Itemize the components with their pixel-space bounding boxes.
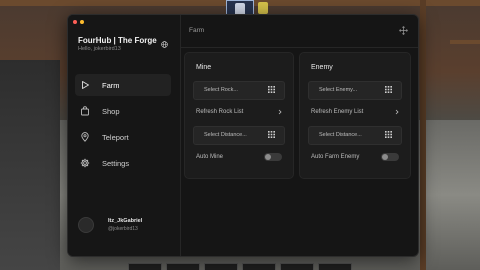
gear-icon bbox=[80, 158, 90, 168]
sidebar-item-shop[interactable]: Shop bbox=[75, 100, 171, 122]
hotbar-slot[interactable] bbox=[204, 263, 238, 270]
auto-farm-enemy-toggle[interactable] bbox=[381, 153, 399, 161]
user-handle: @jokerbird13 bbox=[108, 226, 138, 232]
wood-post bbox=[420, 0, 426, 270]
enemy-card: Enemy Select Enemy... Refresh Enemy List… bbox=[299, 52, 411, 179]
sidebar-item-settings[interactable]: Settings bbox=[75, 152, 171, 174]
toggle-knob bbox=[382, 154, 388, 160]
grid-icon bbox=[385, 86, 392, 93]
fourhub-window: FourHub | The Forge Hello, jokerbird13 F… bbox=[67, 14, 419, 257]
enemy-distance-select[interactable]: Select Distance... bbox=[308, 126, 402, 145]
sidebar-item-label: Shop bbox=[102, 107, 120, 116]
sidebar: FourHub | The Forge Hello, jokerbird13 F… bbox=[68, 15, 181, 256]
move-icon[interactable] bbox=[399, 26, 408, 35]
avatar bbox=[78, 217, 94, 233]
hotbar bbox=[128, 263, 352, 270]
refresh-rock-list-button[interactable]: Refresh Rock List bbox=[196, 109, 243, 115]
grid-icon bbox=[385, 131, 392, 138]
rock-select[interactable]: Select Rock... bbox=[193, 81, 285, 100]
minimize-button[interactable] bbox=[80, 20, 84, 24]
select-placeholder: Select Distance... bbox=[204, 132, 247, 138]
play-icon bbox=[82, 81, 89, 89]
globe-icon[interactable] bbox=[161, 41, 168, 48]
sidebar-item-label: Teleport bbox=[102, 133, 129, 142]
map-pin-icon bbox=[81, 132, 89, 142]
mine-distance-select[interactable]: Select Distance... bbox=[193, 126, 285, 145]
hotbar-slot[interactable] bbox=[280, 263, 314, 270]
card-title: Enemy bbox=[311, 64, 333, 71]
sidebar-item-label: Farm bbox=[102, 81, 120, 90]
header-bar: Farm bbox=[181, 15, 418, 48]
app-title: FourHub | The Forge bbox=[78, 36, 157, 45]
user-name: Itz_JkGabriel bbox=[108, 218, 143, 224]
select-placeholder: Select Distance... bbox=[319, 132, 362, 138]
auto-mine-toggle[interactable] bbox=[264, 153, 282, 161]
sidebar-item-label: Settings bbox=[102, 159, 130, 168]
greeting: Hello, jokerbird13 bbox=[78, 46, 121, 52]
enemy-select[interactable]: Select Enemy... bbox=[308, 81, 402, 100]
grid-icon bbox=[268, 86, 275, 93]
quest-icon[interactable] bbox=[258, 2, 268, 14]
grid-icon bbox=[268, 131, 275, 138]
hotbar-slot[interactable] bbox=[128, 263, 162, 270]
close-button[interactable] bbox=[73, 20, 77, 24]
select-placeholder: Select Rock... bbox=[204, 87, 238, 93]
breadcrumb: Farm bbox=[189, 27, 205, 34]
game-wall bbox=[0, 60, 60, 270]
hotbar-slot[interactable] bbox=[242, 263, 276, 270]
toggle-label: Auto Farm Enemy bbox=[311, 154, 360, 160]
hotbar-slot[interactable] bbox=[318, 263, 352, 270]
chevron-right-icon[interactable] bbox=[277, 109, 283, 115]
refresh-enemy-list-button[interactable]: Refresh Enemy List bbox=[311, 109, 363, 115]
wood-beam bbox=[450, 40, 480, 44]
hotbar-slot[interactable] bbox=[166, 263, 200, 270]
toggle-label: Auto Mine bbox=[196, 154, 224, 160]
card-title: Mine bbox=[196, 64, 212, 71]
mine-card: Mine Select Rock... Refresh Rock List Se… bbox=[184, 52, 294, 179]
toggle-knob bbox=[265, 154, 271, 160]
user-profile[interactable]: Itz_JkGabriel @jokerbird13 bbox=[75, 213, 171, 239]
bag-icon bbox=[81, 106, 89, 116]
window-controls bbox=[73, 20, 84, 24]
select-placeholder: Select Enemy... bbox=[319, 87, 358, 93]
chevron-right-icon[interactable] bbox=[394, 109, 400, 115]
sidebar-item-teleport[interactable]: Teleport bbox=[75, 126, 171, 148]
sidebar-item-farm[interactable]: Farm bbox=[75, 74, 171, 96]
